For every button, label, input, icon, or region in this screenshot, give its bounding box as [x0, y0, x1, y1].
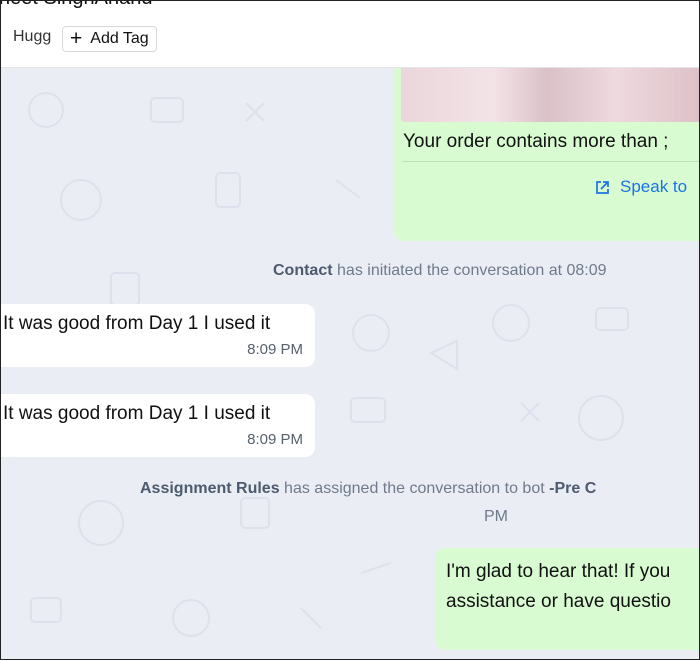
system-message-time: PM	[484, 508, 508, 525]
message-time: 8:09 PM	[247, 341, 303, 358]
outgoing-message-text: Your order contains more than ;	[403, 131, 669, 152]
outgoing-message-media: Your order contains more than ; Speak to	[394, 68, 699, 241]
bot-name: -Pre C	[549, 480, 597, 497]
incoming-message: It was good from Day 1 I used it 8:09 PM	[1, 394, 315, 457]
incoming-message-text: It was good from Day 1 I used it	[3, 313, 271, 334]
add-tag-label: Add Tag	[90, 30, 149, 47]
outgoing-message-text: I'm glad to hear that! If you assistance…	[446, 561, 671, 612]
contact-name: neet SinghAnand	[1, 1, 152, 10]
incoming-message: It was good from Day 1 I used it 8:09 PM	[1, 304, 315, 367]
system-actor: Contact	[273, 262, 333, 279]
chat-thread[interactable]: Your order contains more than ; Speak to…	[1, 68, 699, 659]
add-tag-button[interactable]: + Add Tag	[62, 26, 157, 52]
plus-icon: +	[70, 26, 83, 50]
cta-label: Speak to	[620, 177, 688, 196]
conversation-window: neet SinghAnand Hugg + Add Tag Your orde…	[0, 0, 700, 660]
contact-tag[interactable]: Hugg	[13, 28, 51, 46]
message-divider	[402, 161, 699, 162]
incoming-message-text: It was good from Day 1 I used it	[3, 403, 271, 424]
system-message-initiated: Contact has initiated the conversation a…	[273, 262, 607, 280]
system-message-assigned: Assignment Rules has assigned the conver…	[140, 480, 596, 498]
external-link-icon	[596, 180, 609, 194]
system-text: has assigned the conversation to bot	[284, 480, 545, 497]
message-image[interactable]	[401, 68, 699, 122]
system-actor: Assignment Rules	[140, 480, 280, 497]
message-time: 8:09 PM	[247, 431, 303, 448]
speak-to-button[interactable]: Speak to	[595, 177, 687, 197]
outgoing-message: I'm glad to hear that! If you assistance…	[435, 548, 699, 650]
conversation-header: neet SinghAnand Hugg + Add Tag	[1, 1, 699, 68]
system-text: has initiated the conversation at 08:09	[337, 262, 607, 279]
